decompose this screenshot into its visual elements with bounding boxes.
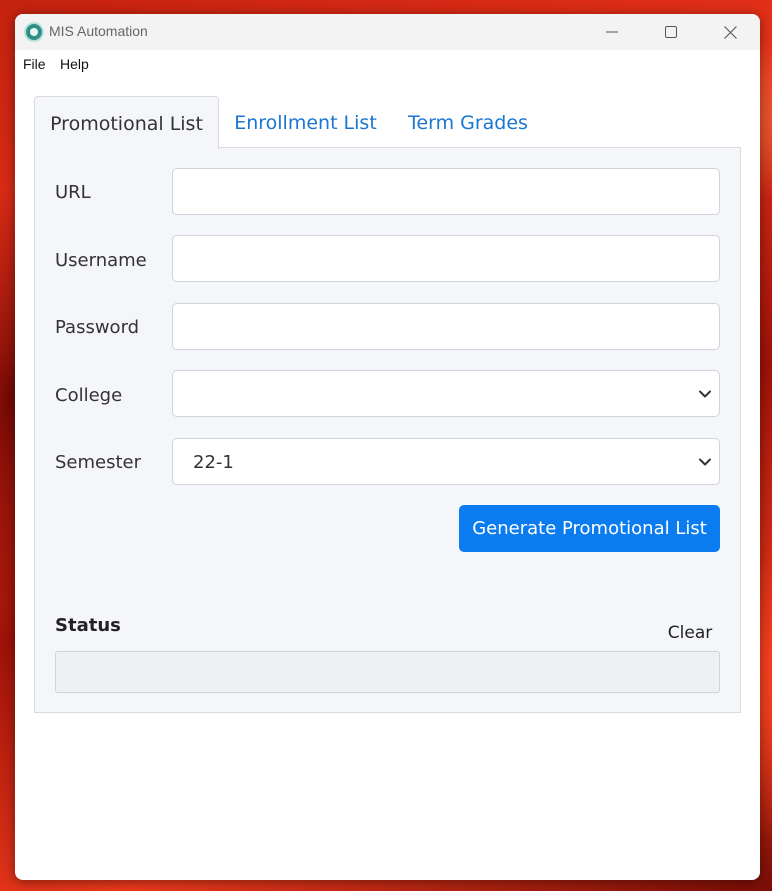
- title-bar[interactable]: MIS Automation: [15, 14, 760, 50]
- username-label: Username: [55, 250, 147, 271]
- close-icon: [723, 25, 737, 39]
- password-label: Password: [55, 317, 140, 338]
- url-field[interactable]: [172, 168, 720, 215]
- tab-enrollment-list[interactable]: Enrollment List: [233, 96, 378, 148]
- chevron-down-icon: [699, 390, 711, 398]
- semester-select[interactable]: 22-1: [172, 438, 720, 485]
- menu-file[interactable]: File: [23, 56, 46, 72]
- minimize-button[interactable]: [583, 14, 641, 50]
- tab-promotional-list[interactable]: Promotional List: [34, 96, 219, 149]
- username-field[interactable]: [172, 235, 720, 282]
- password-field[interactable]: [172, 303, 720, 350]
- maximize-icon: [665, 26, 677, 38]
- tab-bar: Promotional List Enrollment List Term Gr…: [34, 96, 741, 149]
- college-label: College: [55, 385, 123, 406]
- maximize-button[interactable]: [642, 14, 700, 50]
- chevron-down-icon: [699, 458, 711, 466]
- app-window: MIS Automation File Help Promotional Lis…: [15, 14, 760, 880]
- status-label: Status: [55, 615, 121, 636]
- menu-bar: File Help: [15, 50, 760, 78]
- menu-help[interactable]: Help: [60, 56, 89, 72]
- tab-term-grades[interactable]: Term Grades: [398, 96, 538, 148]
- status-output: [55, 651, 720, 693]
- semester-selected-value: 22-1: [193, 452, 234, 473]
- generate-promotional-list-button[interactable]: Generate Promotional List: [459, 505, 720, 552]
- window-title: MIS Automation: [49, 23, 148, 39]
- promotional-list-panel: URL Username Password College Semester 2…: [34, 147, 741, 713]
- clear-button[interactable]: Clear: [661, 618, 719, 648]
- url-label: URL: [55, 182, 91, 203]
- close-button[interactable]: [701, 14, 759, 50]
- app-seal-icon: [24, 22, 44, 42]
- minimize-icon: [606, 31, 618, 33]
- college-select[interactable]: [172, 370, 720, 417]
- semester-label: Semester: [55, 452, 142, 473]
